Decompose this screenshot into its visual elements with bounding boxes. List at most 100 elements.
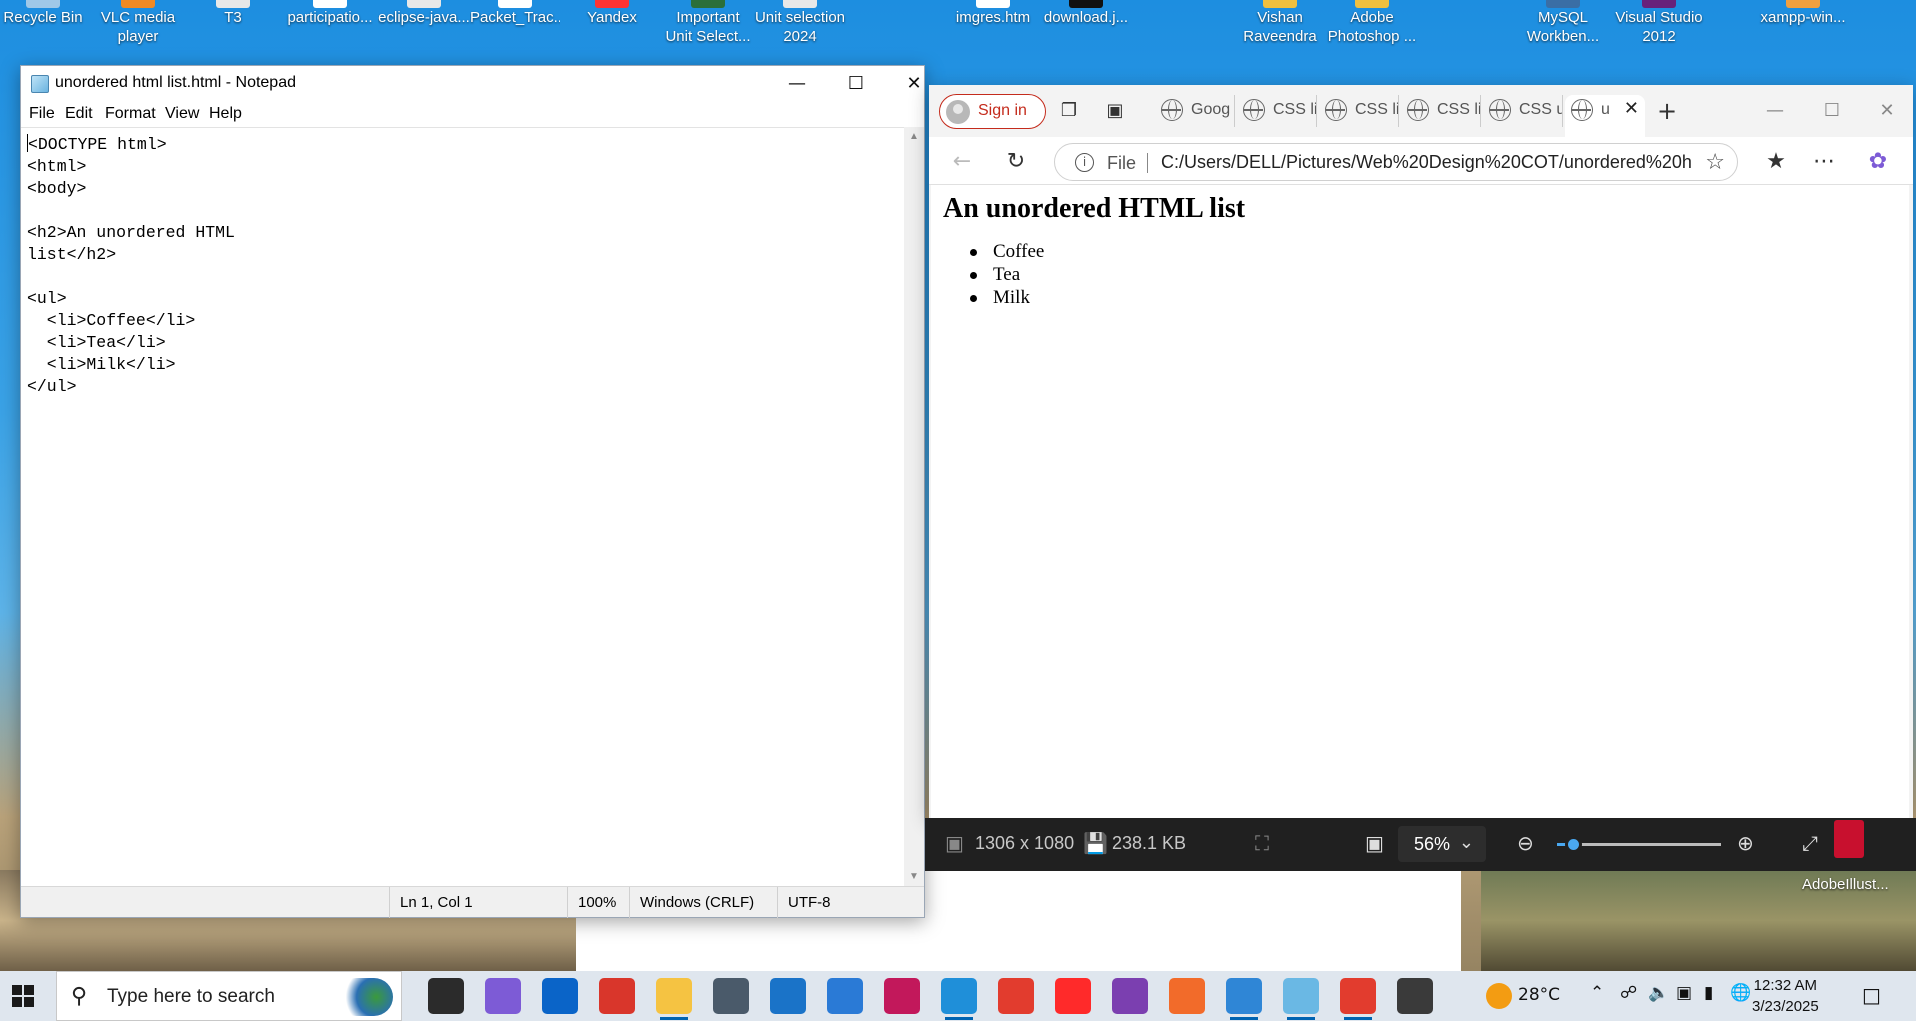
refresh-icon[interactable]: ↻	[1001, 147, 1031, 177]
task-view-icon[interactable]	[428, 978, 464, 1014]
network-globe-icon[interactable]: 🌐	[1730, 983, 1751, 1003]
status-line-ending: Windows (CRLF)	[629, 887, 777, 918]
desktop-icon[interactable]: VLC media player	[98, 0, 178, 56]
favorites-icon[interactable]: ★	[1761, 147, 1791, 177]
desktop-icon[interactable]: xampp-win...	[1748, 0, 1858, 56]
display-icon[interactable]: ▣	[1676, 983, 1692, 1003]
desktop-icon-label: T3	[224, 9, 242, 26]
tab-css-2[interactable]: CSS li	[1319, 95, 1399, 127]
notepad-window[interactable]: unordered html list.html - Notepad — ☐ ✕…	[20, 65, 925, 918]
tab-actions-icon[interactable]: ▣	[1101, 97, 1129, 125]
fit-screen-icon[interactable]: ▣	[1365, 831, 1384, 855]
favorite-star-icon[interactable]: ☆	[1705, 150, 1725, 175]
scroll-up-icon[interactable]: ▲	[904, 127, 924, 147]
taskbar-search[interactable]: ⚲ Type here to search	[56, 971, 402, 1021]
snipping-tool-icon[interactable]	[884, 978, 920, 1014]
chrome-icon[interactable]	[998, 978, 1034, 1014]
scroll-down-icon[interactable]: ▼	[904, 867, 924, 887]
notifications-icon[interactable]: □	[1862, 983, 1881, 1007]
weather-temperature[interactable]: 28°C	[1518, 985, 1560, 1005]
back-icon[interactable]: ←	[947, 147, 977, 177]
copilot-icon[interactable]: ✿	[1863, 147, 1893, 177]
outlook-icon[interactable]	[542, 978, 578, 1014]
desktop-icon[interactable]: Vishan Raveendra	[1240, 0, 1320, 56]
desktop-icon[interactable]: download.j...	[1036, 0, 1136, 56]
address-bar[interactable]: i File C:/Users/DELL/Pictures/Web%20Desi…	[1054, 143, 1738, 181]
desktop-icon-label: Adobe Photoshop ...	[1327, 9, 1417, 45]
volume-icon[interactable]: 🔈	[1648, 983, 1669, 1003]
file-explorer-icon[interactable]	[656, 978, 692, 1020]
desktop-icon[interactable]: Visual Studio 2012	[1604, 0, 1714, 56]
photos-icon[interactable]	[1226, 978, 1262, 1020]
notepad-icon[interactable]	[1283, 978, 1319, 1020]
settings-icon[interactable]	[1397, 978, 1433, 1014]
start-button[interactable]	[12, 985, 34, 1007]
sign-in-button[interactable]: Sign in	[939, 94, 1046, 129]
more-options-icon[interactable]: ⋯	[1809, 147, 1839, 177]
zoom-slider[interactable]	[1557, 836, 1721, 853]
chrome-2-icon[interactable]	[1340, 978, 1376, 1020]
close-tab-icon[interactable]: ✕	[1624, 98, 1639, 119]
adobe-illustrator-icon[interactable]	[1834, 820, 1864, 858]
desktop-icon[interactable]: Yandex	[574, 0, 650, 56]
desktop-icon[interactable]: Important Unit Select...	[664, 0, 752, 56]
browser-window[interactable]: Sign in ❐ ▣ Goog CSS li CSS li CSS li CS…	[929, 85, 1913, 818]
tab-label: CSS li	[1437, 101, 1481, 118]
desktop-icon[interactable]: Unit selection 2024	[752, 0, 848, 56]
meet-now-icon[interactable]: ☍	[1620, 983, 1637, 1003]
menu-edit[interactable]: Edit	[65, 105, 93, 123]
taskbar: ⚲ Type here to search 28°C ⌃ ☍ 🔈 ▣ ▮ 🌐 1…	[0, 971, 1916, 1021]
yandex-browser-icon[interactable]	[1055, 978, 1091, 1014]
zoom-slider-knob[interactable]	[1565, 836, 1583, 853]
copilot-icon[interactable]	[485, 978, 521, 1014]
mask-app-icon[interactable]	[1112, 978, 1148, 1014]
mail-icon[interactable]	[770, 978, 806, 1014]
menu-view[interactable]: View	[165, 105, 199, 123]
zoom-out-icon[interactable]: ⊖	[1517, 831, 1534, 855]
menu-format[interactable]: Format	[105, 105, 156, 123]
tab-css-1[interactable]: CSS li	[1237, 95, 1317, 127]
tab-google[interactable]: Goog	[1155, 95, 1235, 127]
workspaces-icon[interactable]: ❐	[1055, 97, 1083, 125]
browser-maximize-button[interactable]: ☐	[1818, 97, 1846, 125]
tab-css-3[interactable]: CSS li	[1401, 95, 1481, 127]
new-tab-button[interactable]: +	[1653, 97, 1681, 125]
battery-icon[interactable]: ▮	[1704, 983, 1713, 1003]
tab-active[interactable]: u ✕	[1565, 95, 1645, 137]
minimize-button[interactable]: —	[768, 66, 826, 101]
desktop-icon-image	[121, 0, 155, 8]
desktop-icon-label: MySQL Workben...	[1526, 9, 1600, 45]
calculator-icon[interactable]	[713, 978, 749, 1014]
desktop-icon[interactable]: Recycle Bin	[0, 0, 86, 56]
desktop-icon[interactable]: T3	[198, 0, 268, 56]
tab-css-4[interactable]: CSS u	[1483, 95, 1563, 127]
desktop-icon-label: Recycle Bin	[3, 9, 83, 26]
menu-file[interactable]: File	[29, 105, 55, 123]
desktop-icon[interactable]: MySQL Workben...	[1518, 0, 1608, 56]
zoom-select[interactable]: 56% ⌄	[1398, 826, 1486, 862]
taskbar-clock[interactable]: 12:32 AM 3/23/2025	[1752, 975, 1819, 1017]
menu-help[interactable]: Help	[209, 105, 242, 123]
desktop-icon[interactable]: imgres.htm	[952, 0, 1034, 56]
maximize-button[interactable]: ☐	[827, 66, 885, 101]
edge-icon[interactable]	[941, 978, 977, 1020]
notepad-vertical-scrollbar[interactable]: ▲ ▼	[904, 127, 924, 887]
notepad-titlebar[interactable]: unordered html list.html - Notepad — ☐ ✕	[21, 66, 924, 101]
scan-icon[interactable]: ⛶	[1255, 831, 1269, 855]
chevron-up-icon[interactable]: ⌃	[1590, 983, 1604, 1003]
fullscreen-icon[interactable]: ⤢	[1802, 831, 1818, 855]
red-app-icon[interactable]	[599, 978, 635, 1014]
browser-close-button[interactable]: ✕	[1873, 97, 1901, 125]
xampp-icon[interactable]	[1169, 978, 1205, 1014]
desktop-icon[interactable]: Packet_Trac...	[470, 0, 560, 56]
notepad-text-area[interactable]: <DOCTYPE html> <html> <body> <h2>An unor…	[21, 127, 905, 887]
azure-icon[interactable]	[827, 978, 863, 1014]
url-text[interactable]: C:/Users/DELL/Pictures/Web%20Design%20CO…	[1161, 152, 1691, 173]
desktop-icon[interactable]: participatio...	[280, 0, 380, 56]
browser-minimize-button[interactable]: —	[1761, 97, 1789, 125]
zoom-in-icon[interactable]: ⊕	[1737, 831, 1754, 855]
desktop-icon[interactable]: eclipse-java...	[378, 0, 470, 56]
info-icon[interactable]: i	[1075, 153, 1094, 172]
desktop-icon[interactable]: Adobe Photoshop ...	[1326, 0, 1418, 56]
weather-icon[interactable]	[1486, 983, 1512, 1009]
